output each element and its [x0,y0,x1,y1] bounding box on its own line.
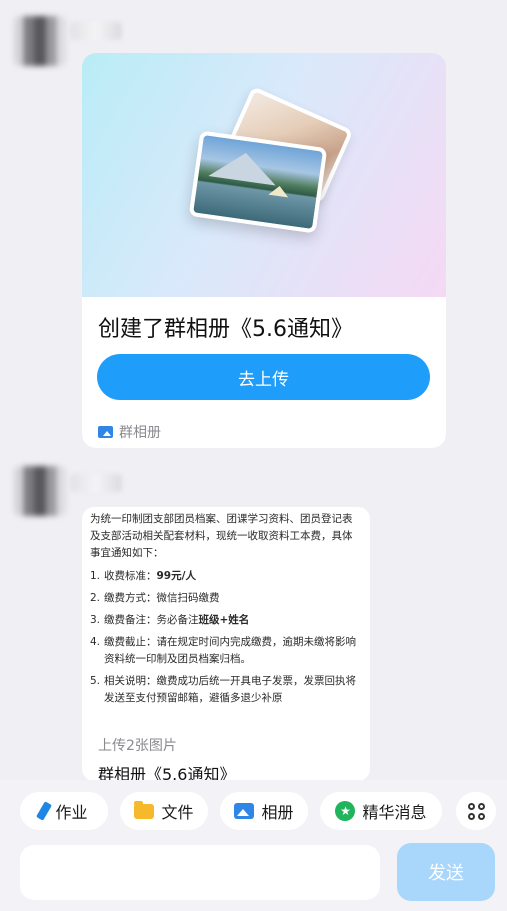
more-apps-button[interactable] [456,792,496,830]
album-card[interactable]: 创建了群相册《5.6通知》 去上传 群相册 [82,53,446,448]
highlights-chip[interactable]: ★ 精华消息 [320,792,442,830]
folder-icon [134,800,155,819]
album-card-title: 创建了群相册《5.6通知》 [98,317,353,342]
file-label: 文件 [161,803,194,822]
album-label: 相册 [261,803,294,822]
chat-toolbar: 作业 文件 相册 ★ 精华消息 发送 [0,780,507,911]
sender-name-blurred [70,474,122,492]
pencil-icon [36,801,53,821]
star-badge-icon: ★ [335,801,356,821]
avatar[interactable] [14,16,66,66]
notice-list: 1. 收费标准：99元/人 2. 缴费方式：微信扫码缴费 3. 缴费备注：务必备… [90,568,362,707]
homework-label: 作业 [55,803,88,822]
album-icon [98,426,113,438]
notice-card-title: 群相册《5.6通知》 [98,765,236,781]
highlights-label: 精华消息 [362,803,427,822]
upload-button[interactable]: 去上传 [97,354,430,400]
photo-icon [234,803,255,819]
notice-item: 1. 收费标准：99元/人 [90,570,196,582]
album-card-footer: 群相册 [98,422,161,442]
sender-name-blurred [70,22,122,40]
notice-item: 5. 相关说明：缴费成功后统一开具电子发票，发票回执将发送至支付预留邮箱，避循多… [90,675,356,704]
send-button[interactable]: 发送 [397,843,495,901]
notice-intro: 为统一印制团支部团员档案、团课学习资料、团员登记表及支部活动相关配套材料，现统一… [90,513,353,559]
notice-text: 为统一印制团支部团员档案、团课学习资料、团员登记表及支部活动相关配套材料，现统一… [90,511,362,721]
notice-card[interactable]: 为统一印制团支部团员档案、团课学习资料、团员登记表及支部活动相关配套材料，现统一… [82,507,370,781]
notice-item: 4. 缴费截止：请在规定时间内完成缴费，逾期未缴将影响资料统一印制及团员档案归档… [90,636,356,665]
photo-front-illustration [188,130,328,234]
album-chip[interactable]: 相册 [220,792,308,830]
album-footer-label: 群相册 [119,425,161,441]
album-hero-image [82,53,446,297]
avatar[interactable] [14,466,66,516]
grid-icon [467,802,475,810]
message-input[interactable] [20,845,380,900]
homework-chip[interactable]: 作业 [20,792,108,830]
notice-item: 3. 缴费备注：务必备注班级+姓名 [90,614,250,626]
notice-card-subtitle: 上传2张图片 [98,738,177,754]
notice-item: 2. 缴费方式：微信扫码缴费 [90,592,220,604]
file-chip[interactable]: 文件 [120,792,208,830]
